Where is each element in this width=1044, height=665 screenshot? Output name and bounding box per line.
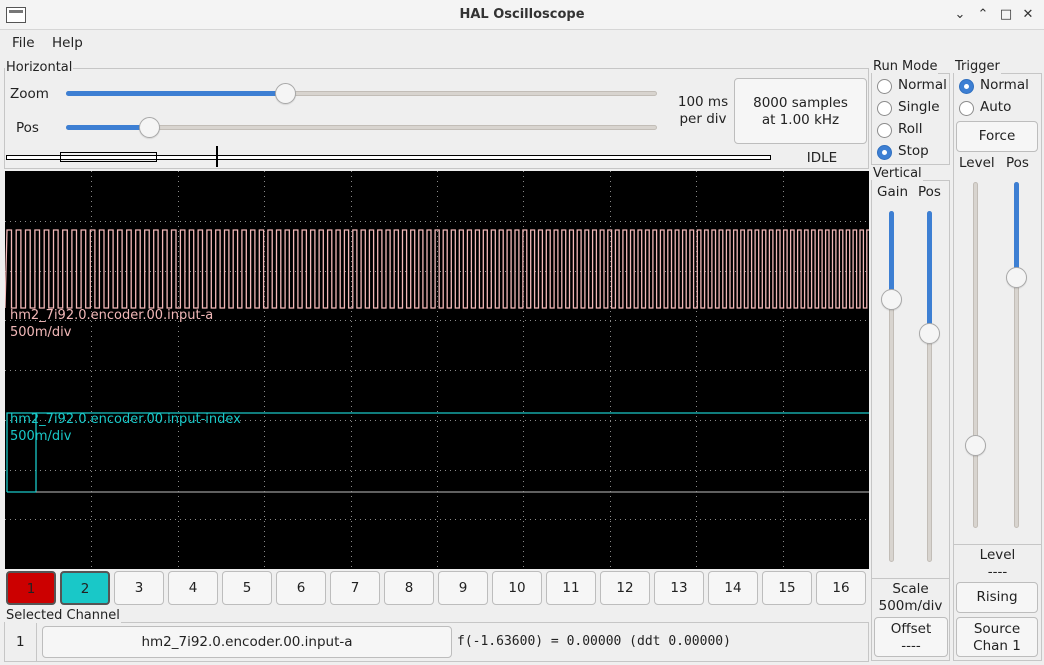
trigger-source-channel: Chan 1 <box>973 638 1021 654</box>
record-window-marker[interactable] <box>60 152 157 162</box>
run-mode-label-stop[interactable]: Stop <box>898 143 929 159</box>
run-mode-radio-stop[interactable] <box>877 145 892 160</box>
trigger-pos-label: Pos <box>1006 155 1029 171</box>
vertical-gain-label: Gain <box>877 184 909 200</box>
run-mode-label-normal[interactable]: Normal <box>898 77 947 93</box>
scope-display[interactable]: hm2_7i92.0.encoder.00.input-a 500m/div h… <box>5 171 869 569</box>
vertical-pos-slider-fill <box>927 211 932 334</box>
pos-label: Pos <box>16 120 39 136</box>
restore-button[interactable]: ⌃ <box>973 5 993 25</box>
trigger-edge-button[interactable]: Rising <box>956 582 1038 613</box>
trigger-source-label: Source <box>973 621 1021 637</box>
trigger-level-label: Level <box>959 155 995 171</box>
horizontal-scale-value: 100 ms <box>677 94 729 110</box>
vertical-pos-label: Pos <box>918 184 941 200</box>
channel-button-15[interactable]: 15 <box>762 571 812 605</box>
channel-button-1[interactable]: 1 <box>6 571 56 605</box>
run-mode-radio-single[interactable] <box>877 101 892 116</box>
trace-label-input-index: hm2_7i92.0.encoder.00.input-index <box>10 412 241 427</box>
cursor-readout: f(-1.63600) = 0.00000 (ddt 0.00000) <box>457 634 731 649</box>
vertical-scale-readout: Scale 500m/div <box>872 581 949 615</box>
pos-slider-handle[interactable] <box>138 117 160 138</box>
offset-value: ---- <box>901 638 921 654</box>
channel-button-13[interactable]: 13 <box>654 571 704 605</box>
sample-rate: at 1.00 kHz <box>761 112 840 128</box>
close-button[interactable]: ✕ <box>1018 5 1038 25</box>
run-mode-label-single[interactable]: Single <box>898 99 940 115</box>
channel-button-2[interactable]: 2 <box>60 571 110 605</box>
trigger-mode-label-normal[interactable]: Normal <box>980 77 1029 93</box>
trigger-position-marker <box>216 146 218 167</box>
trigger-level-readout: Level ---- <box>954 547 1041 581</box>
run-mode-radio-roll[interactable] <box>877 123 892 138</box>
channel-button-8[interactable]: 8 <box>384 571 434 605</box>
trigger-source-button[interactable]: Source Chan 1 <box>956 617 1038 657</box>
offset-button[interactable]: Offset ---- <box>874 617 948 657</box>
trigger-title: Trigger <box>954 59 1001 74</box>
maximize-button[interactable]: □ <box>996 5 1016 25</box>
trace-scale-input-index: 500m/div <box>10 429 72 444</box>
selected-channel-number: 1 <box>16 634 25 650</box>
vertical-scale-label: Scale <box>892 581 929 597</box>
trace-scale-input-a: 500m/div <box>10 325 72 340</box>
horizontal-scale-unit: per div <box>679 111 727 127</box>
trigger-mode-radio-auto[interactable] <box>959 101 974 116</box>
channel-button-6[interactable]: 6 <box>276 571 326 605</box>
divider <box>36 623 37 661</box>
channel-button-11[interactable]: 11 <box>546 571 596 605</box>
vertical-pos-slider-handle[interactable] <box>919 323 940 344</box>
channel-button-14[interactable]: 14 <box>708 571 758 605</box>
gain-slider-handle[interactable] <box>881 289 902 310</box>
status-label: IDLE <box>806 150 838 166</box>
horizontal-title: Horizontal <box>5 60 74 75</box>
trigger-pos-slider-fill <box>1014 182 1019 278</box>
vertical-scale-value: 500m/div <box>878 598 943 614</box>
channel-button-9[interactable]: 9 <box>438 571 488 605</box>
run-mode-label-roll[interactable]: Roll <box>898 121 923 137</box>
trigger-level-slider-track[interactable] <box>973 182 978 528</box>
trigger-mode-label-auto[interactable]: Auto <box>980 99 1011 115</box>
gain-slider-fill <box>889 211 894 300</box>
trigger-pos-slider-handle[interactable] <box>1006 267 1027 288</box>
channel-button-4[interactable]: 4 <box>168 571 218 605</box>
menu-bar <box>0 31 1044 56</box>
scope-canvas <box>5 171 869 569</box>
run-mode-radio-normal[interactable] <box>877 79 892 94</box>
trigger-level-slider-handle[interactable] <box>965 435 986 456</box>
divider <box>872 578 949 579</box>
trigger-level-value: ---- <box>987 564 1008 580</box>
vertical-title: Vertical <box>872 166 923 181</box>
channel-button-3[interactable]: 3 <box>114 571 164 605</box>
divider <box>954 544 1041 545</box>
zoom-slider-handle[interactable] <box>274 83 296 104</box>
offset-label: Offset <box>890 621 932 637</box>
run-mode-title: Run Mode <box>872 59 939 74</box>
zoom-label: Zoom <box>10 86 49 102</box>
horizontal-scale-readout: 100 ms per div <box>665 94 741 128</box>
zoom-slider-fill <box>66 91 285 96</box>
trigger-mode-radio-normal[interactable] <box>959 79 974 94</box>
force-trigger-button[interactable]: Force <box>956 121 1038 152</box>
pos-slider-fill <box>66 125 149 130</box>
channel-button-10[interactable]: 10 <box>492 571 542 605</box>
selected-channel-title: Selected Channel <box>5 608 121 623</box>
channel-button-5[interactable]: 5 <box>222 571 272 605</box>
minimize-button[interactable]: ⌄ <box>950 5 970 25</box>
menu-file[interactable]: File <box>12 35 35 51</box>
channel-button-12[interactable]: 12 <box>600 571 650 605</box>
channel-button-16[interactable]: 16 <box>816 571 866 605</box>
samples-count: 8000 samples <box>753 95 848 111</box>
selected-channel-source-button[interactable]: hm2_7i92.0.encoder.00.input-a <box>42 626 452 658</box>
window-title: HAL Oscilloscope <box>459 7 585 22</box>
samples-button[interactable]: 8000 samples at 1.00 kHz <box>734 78 867 144</box>
menu-help[interactable]: Help <box>52 35 83 51</box>
trace-label-input-a: hm2_7i92.0.encoder.00.input-a <box>10 308 214 323</box>
channel-button-7[interactable]: 7 <box>330 571 380 605</box>
trigger-level-value-label: Level <box>979 547 1016 563</box>
